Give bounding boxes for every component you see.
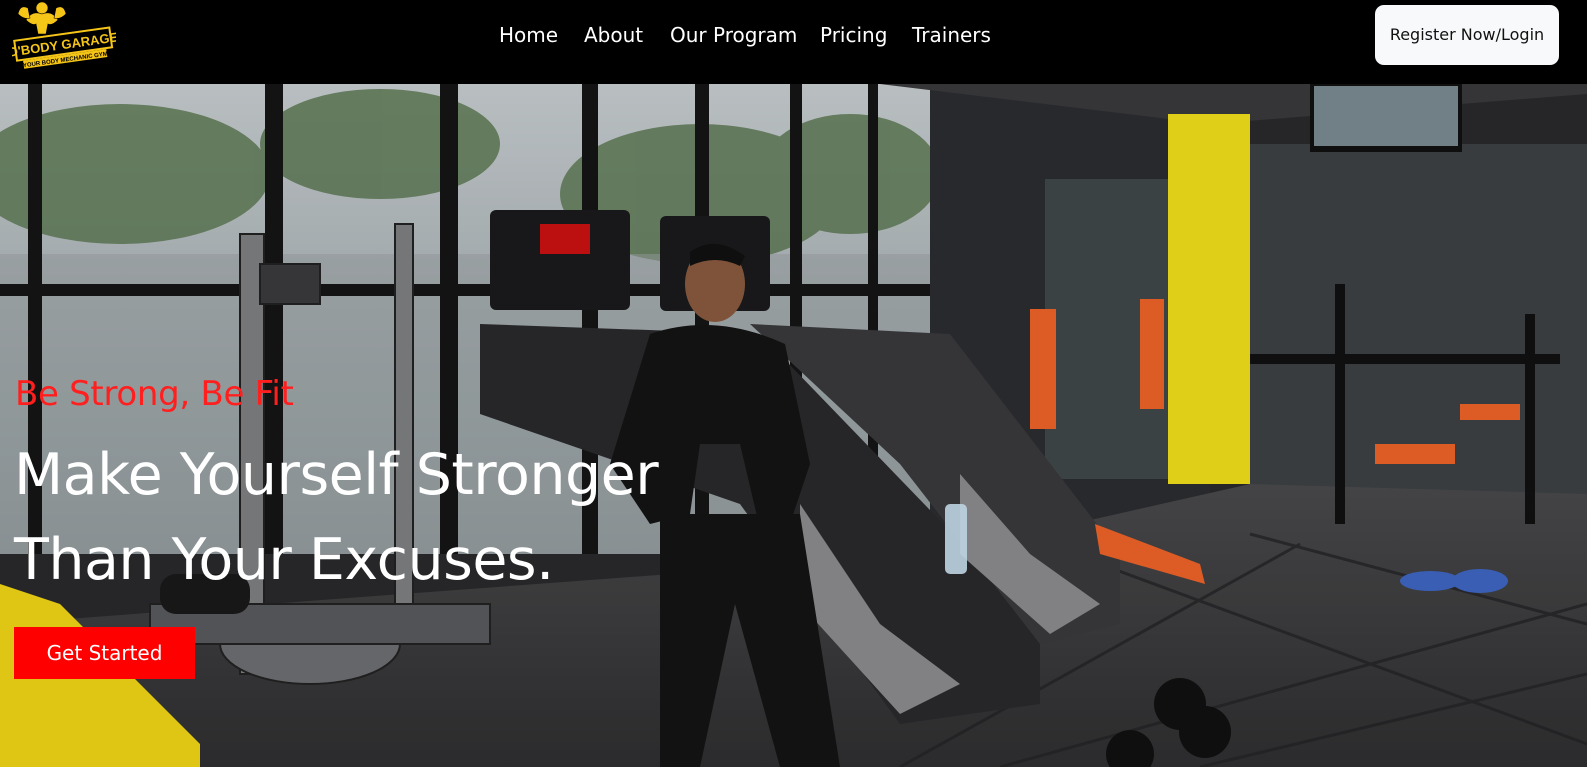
brand-logo[interactable]: D'BODY GARAGE YOUR BODY MECHANIC GYM — [7, 0, 119, 78]
get-started-button[interactable]: Get Started — [14, 627, 195, 679]
hero-headline-line-2: Than Your Excuses. — [14, 527, 554, 593]
nav-item-home[interactable]: Home — [499, 22, 558, 48]
register-login-button[interactable]: Register Now/Login — [1375, 5, 1559, 65]
nav-item-about[interactable]: About — [584, 22, 643, 48]
nav-item-trainers[interactable]: Trainers — [912, 22, 991, 48]
nav-item-our-program[interactable]: Our Program — [670, 22, 797, 48]
hero-background-image — [0, 84, 1587, 767]
nav-item-pricing[interactable]: Pricing — [820, 22, 887, 48]
hero-headline-line-1: Make Yourself Stronger — [14, 442, 659, 508]
navbar: D'BODY GARAGE YOUR BODY MECHANIC GYM Hom… — [0, 0, 1587, 84]
hero-tagline: Be Strong, Be Fit — [15, 374, 294, 414]
hero-section: Be Strong, Be Fit Make Yourself Stronger… — [0, 84, 1587, 767]
